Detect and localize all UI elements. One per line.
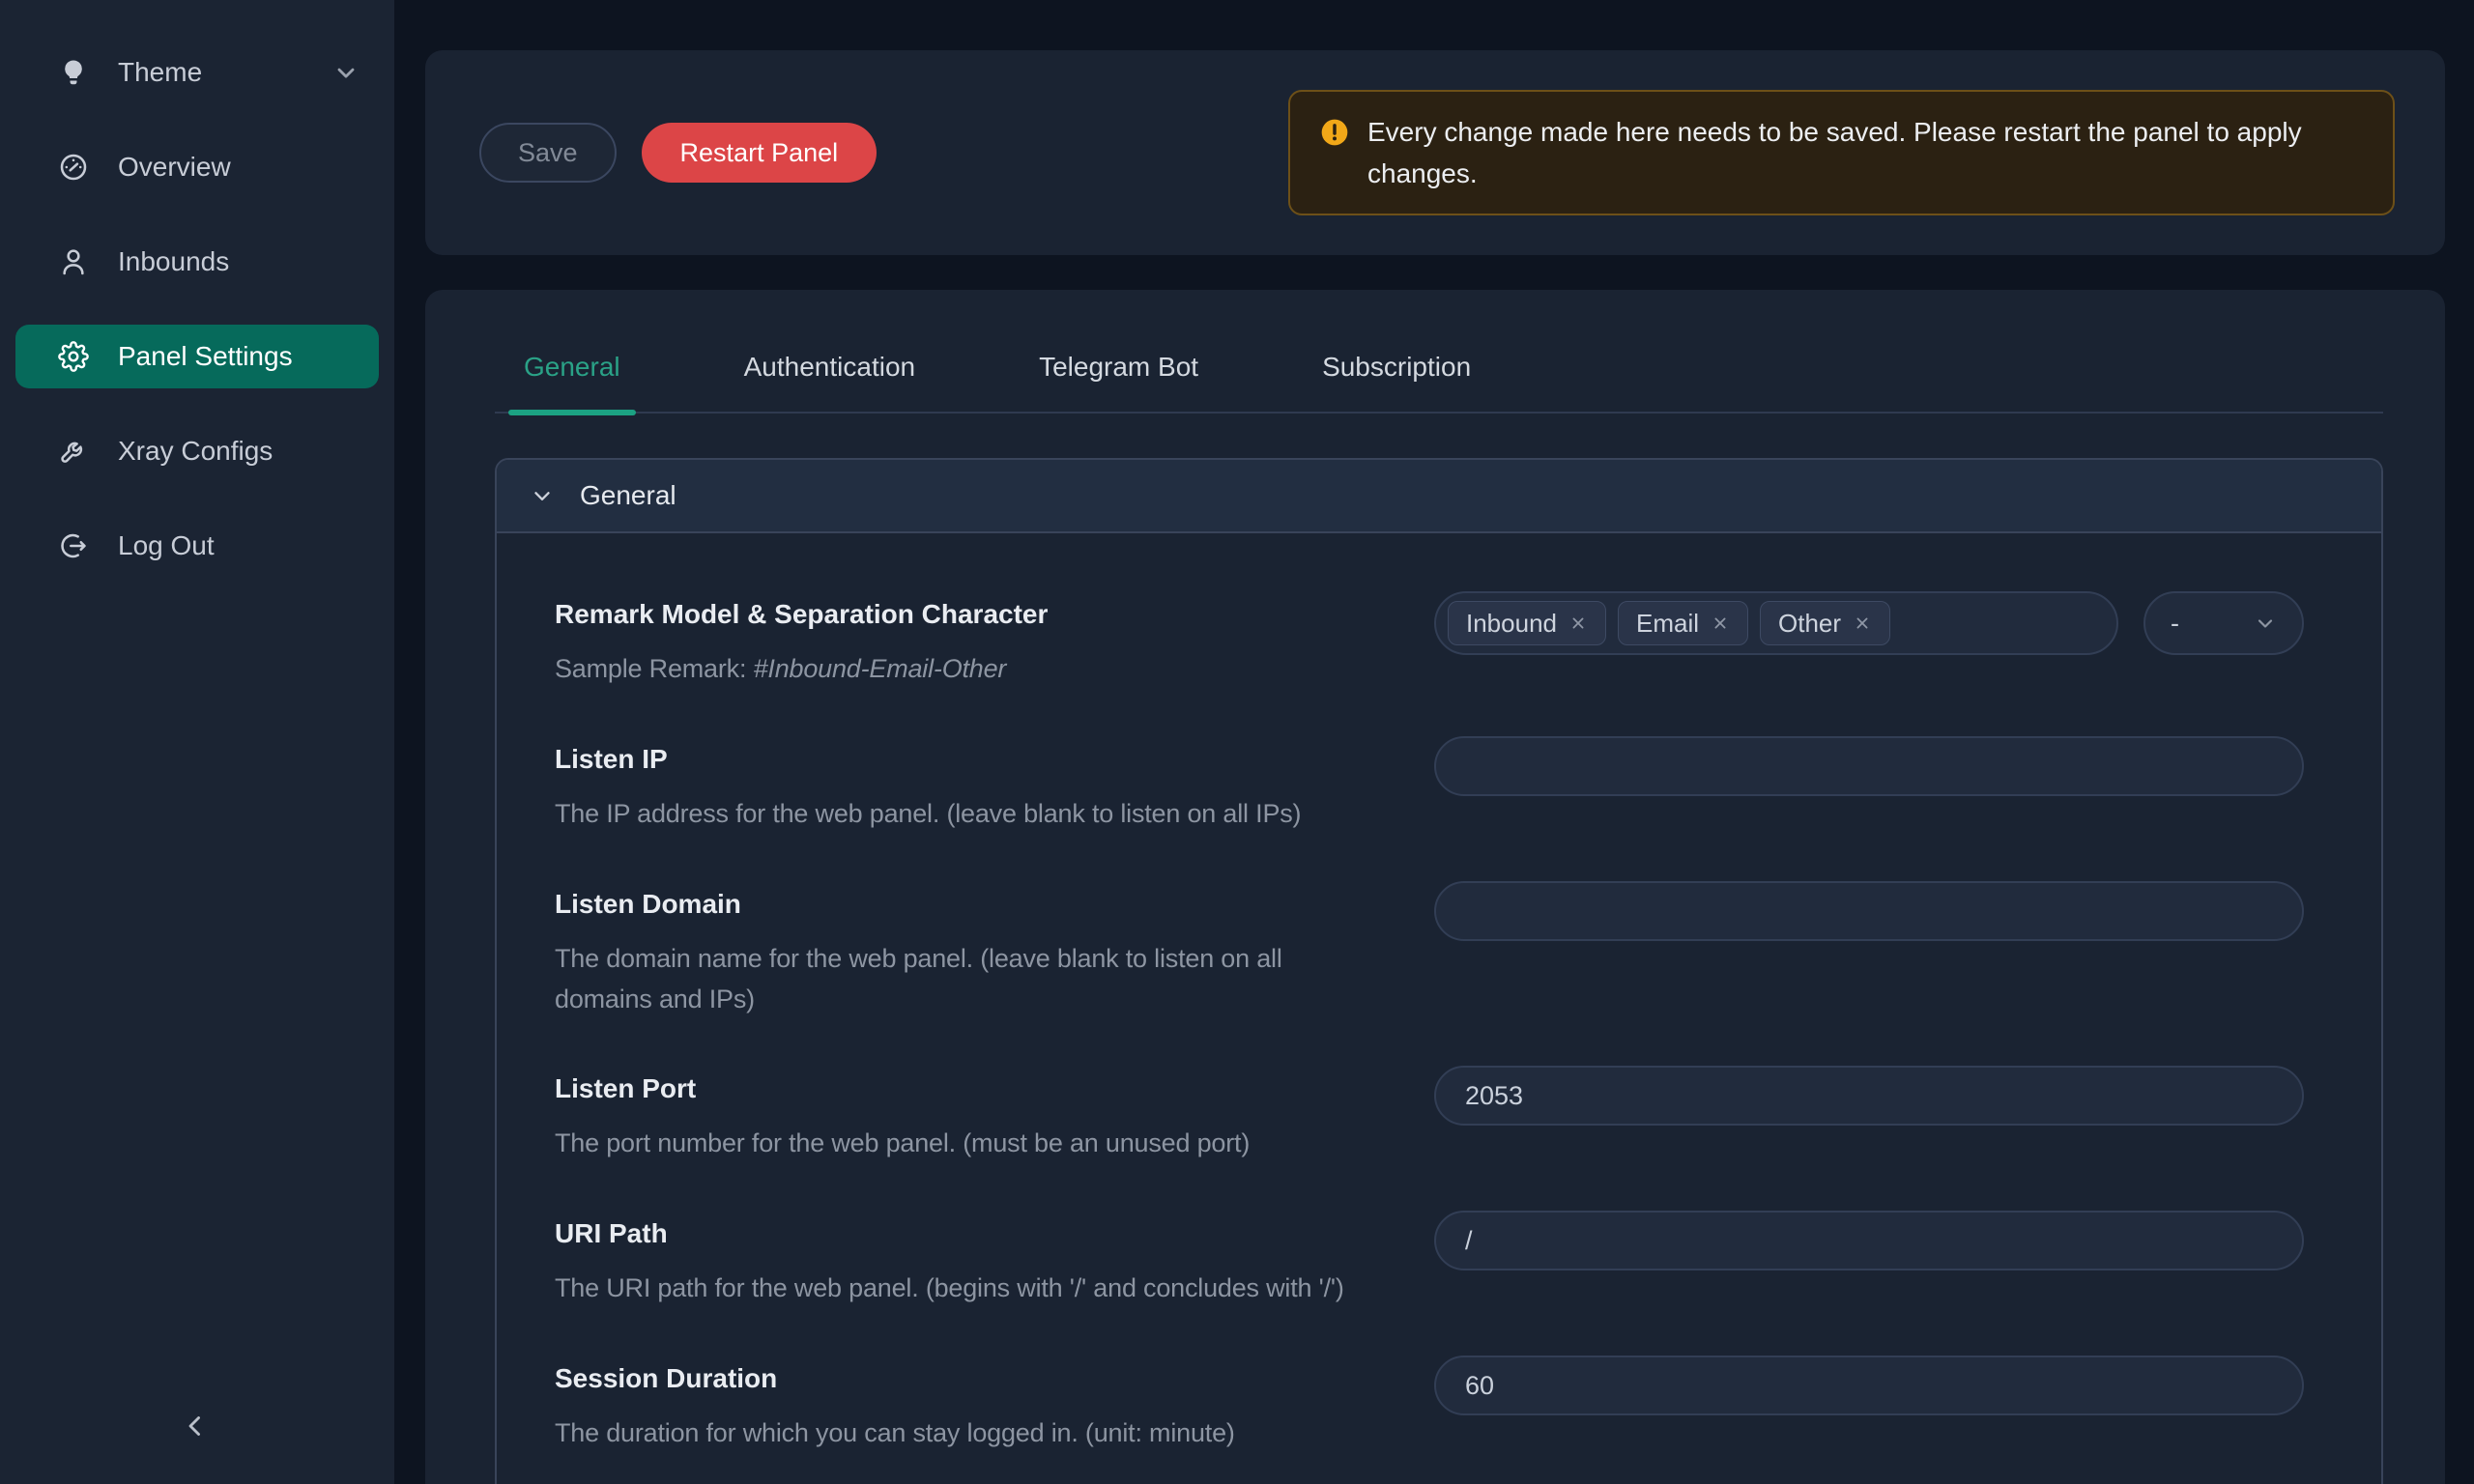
- gear-icon: [58, 341, 89, 372]
- sidebar-item-panel-settings[interactable]: Panel Settings: [15, 325, 379, 388]
- restart-panel-button[interactable]: Restart Panel: [642, 123, 877, 183]
- alert-text: Every change made here needs to be saved…: [1367, 111, 2364, 195]
- sidebar: Theme Overview Inbounds Panel Settings: [0, 0, 394, 1484]
- chevron-left-icon: [179, 1410, 212, 1442]
- tag-email: Email: [1618, 601, 1748, 645]
- sidebar-item-label: Inbounds: [118, 246, 229, 277]
- general-collapse-panel: General Remark Model & Separation Charac…: [495, 458, 2383, 1484]
- chevron-down-icon: [2254, 612, 2277, 635]
- sidebar-item-theme[interactable]: Theme: [15, 41, 379, 104]
- sidebar-item-log-out[interactable]: Log Out: [15, 514, 379, 578]
- bulb-icon: [58, 57, 89, 88]
- form-row-listen-domain: Listen Domain The domain name for the we…: [555, 881, 2304, 1020]
- listen-domain-input[interactable]: [1434, 881, 2304, 941]
- tab-general[interactable]: General: [508, 352, 636, 412]
- sidebar-item-label: Theme: [118, 57, 202, 88]
- field-label: URI Path: [555, 1218, 1395, 1249]
- uri-path-input[interactable]: [1434, 1211, 2304, 1270]
- warning-icon: [1319, 117, 1350, 148]
- chevron-down-icon: [530, 483, 555, 508]
- toolbar-card: Save Restart Panel Every change made her…: [425, 50, 2445, 255]
- field-description: The port number for the web panel. (must…: [555, 1124, 1395, 1164]
- logout-icon: [58, 530, 89, 561]
- field-label: Listen Domain: [555, 889, 1395, 920]
- wrench-icon: [58, 436, 89, 467]
- separator-value: -: [2171, 609, 2179, 639]
- panel-settings-card: General Authentication Telegram Bot Subs…: [425, 290, 2445, 1484]
- form-row-listen-port: Listen Port The port number for the web …: [555, 1066, 2304, 1164]
- settings-tabs: General Authentication Telegram Bot Subs…: [495, 352, 2383, 414]
- close-icon[interactable]: [1853, 614, 1872, 633]
- form-row-remark-model: Remark Model & Separation Character Samp…: [555, 591, 2304, 690]
- field-description: The IP address for the web panel. (leave…: [555, 794, 1395, 835]
- sidebar-collapse-button[interactable]: [164, 1395, 226, 1457]
- tab-telegram-bot[interactable]: Telegram Bot: [1023, 352, 1214, 412]
- sidebar-item-label: Panel Settings: [118, 341, 293, 372]
- sample-remark-value: #Inbound-Email-Other: [754, 654, 1007, 683]
- sidebar-item-label: Overview: [118, 152, 231, 183]
- tag-other: Other: [1760, 601, 1890, 645]
- chevron-down-icon: [332, 59, 360, 86]
- close-icon[interactable]: [1568, 614, 1588, 633]
- sidebar-item-label: Log Out: [118, 530, 215, 561]
- tab-authentication[interactable]: Authentication: [729, 352, 931, 412]
- listen-port-input[interactable]: [1434, 1066, 2304, 1126]
- session-duration-input[interactable]: [1434, 1356, 2304, 1415]
- general-collapse-body: Remark Model & Separation Character Samp…: [497, 533, 2381, 1484]
- general-collapse-header[interactable]: General: [497, 460, 2381, 533]
- restart-warning-alert: Every change made here needs to be saved…: [1288, 90, 2395, 216]
- separator-select[interactable]: -: [2143, 591, 2304, 655]
- field-label: Listen IP: [555, 744, 1395, 775]
- field-label: Session Duration: [555, 1363, 1395, 1394]
- sidebar-item-inbounds[interactable]: Inbounds: [15, 230, 379, 294]
- tag-inbound: Inbound: [1448, 601, 1606, 645]
- remark-model-multiselect[interactable]: Inbound Email: [1434, 591, 2118, 655]
- main-content: Save Restart Panel Every change made her…: [394, 0, 2474, 1484]
- dashboard-icon: [58, 152, 89, 183]
- listen-ip-input[interactable]: [1434, 736, 2304, 796]
- user-icon: [58, 246, 89, 277]
- sidebar-item-xray-configs[interactable]: Xray Configs: [15, 419, 379, 483]
- form-row-listen-ip: Listen IP The IP address for the web pan…: [555, 736, 2304, 835]
- field-label: Listen Port: [555, 1073, 1395, 1104]
- tab-subscription[interactable]: Subscription: [1307, 352, 1486, 412]
- form-row-uri-path: URI Path The URI path for the web panel.…: [555, 1211, 2304, 1309]
- field-description: The duration for which you can stay logg…: [555, 1413, 1395, 1454]
- field-label: Remark Model & Separation Character: [555, 599, 1395, 630]
- form-row-session-duration: Session Duration The duration for which …: [555, 1356, 2304, 1454]
- sidebar-item-overview[interactable]: Overview: [15, 135, 379, 199]
- field-description: Sample Remark: #Inbound-Email-Other: [555, 649, 1395, 690]
- close-icon[interactable]: [1711, 614, 1730, 633]
- sidebar-item-label: Xray Configs: [118, 436, 273, 467]
- field-description: The domain name for the web panel. (leav…: [555, 939, 1366, 1020]
- section-title: General: [580, 480, 676, 511]
- save-button[interactable]: Save: [479, 123, 617, 183]
- field-description: The URI path for the web panel. (begins …: [555, 1269, 1395, 1309]
